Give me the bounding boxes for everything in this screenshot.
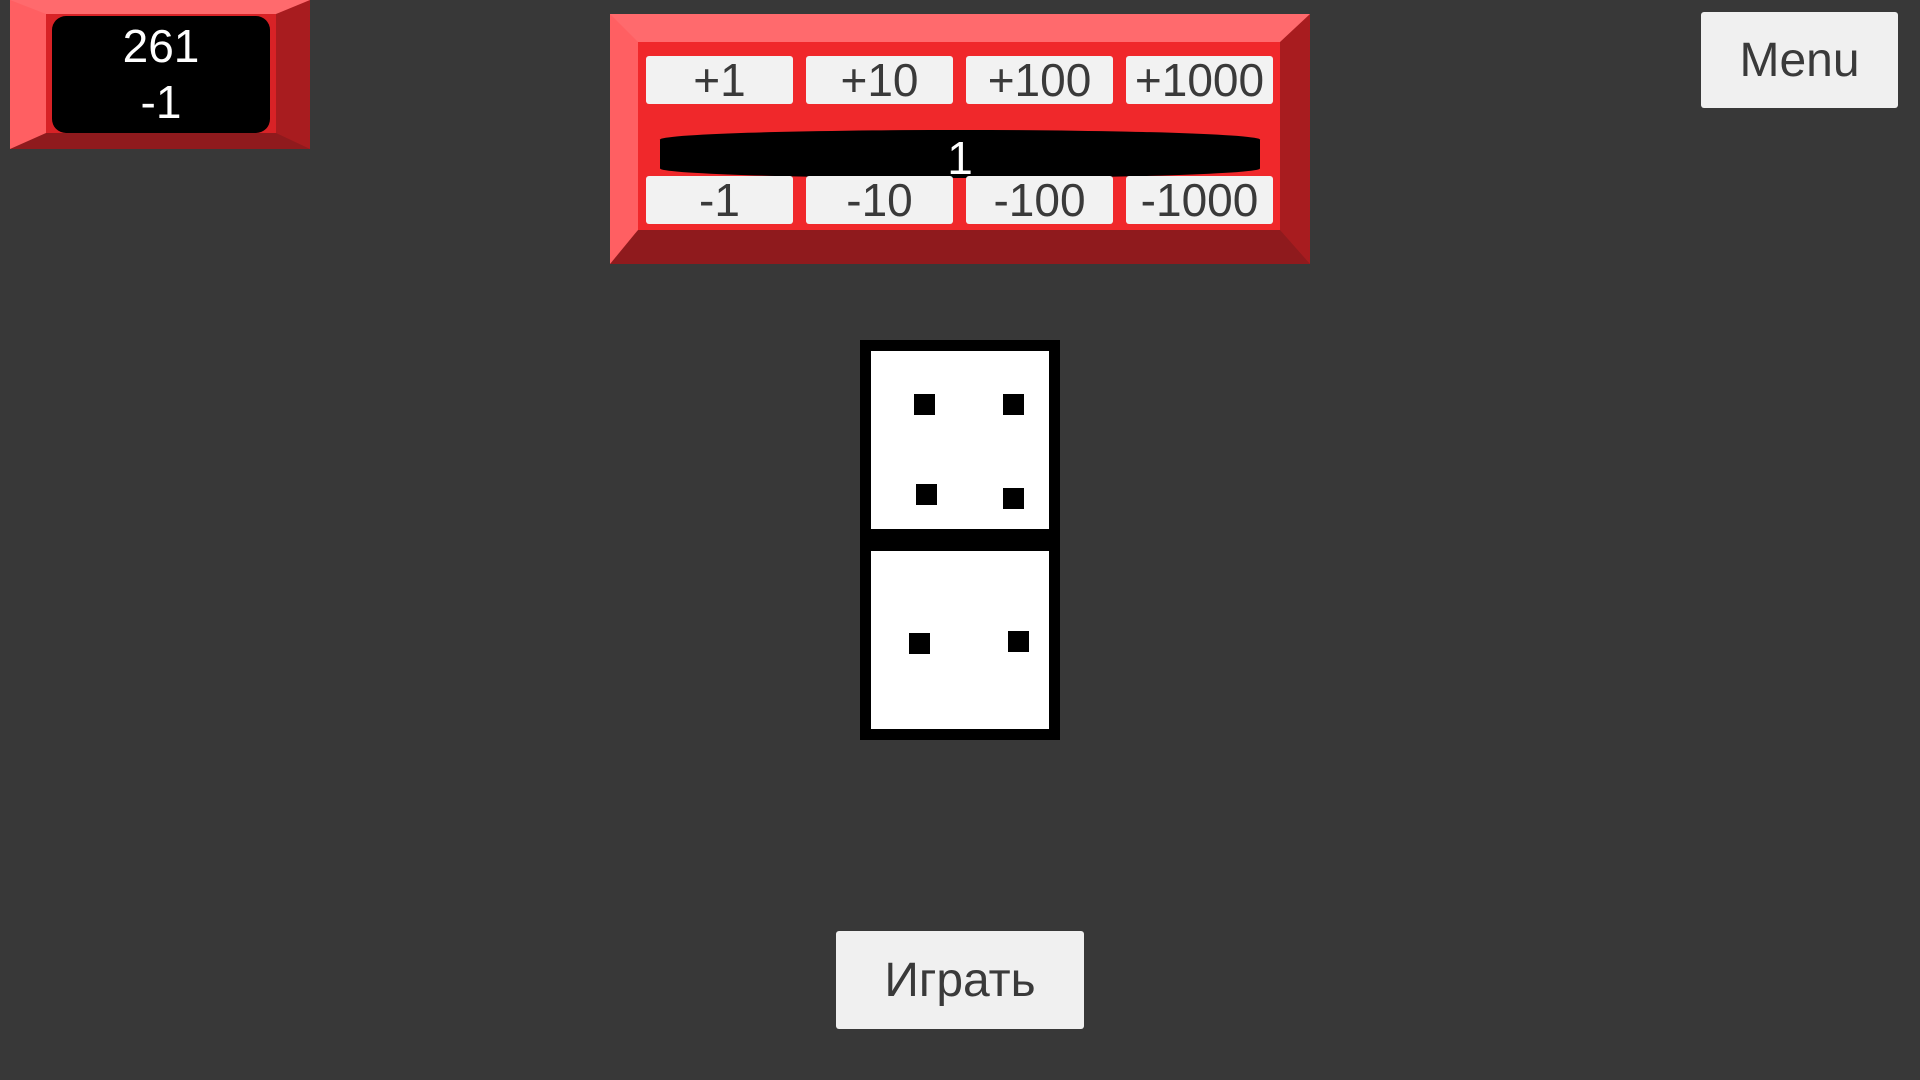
last-change-value: -1 [140,76,182,128]
bet-plus-1-button[interactable]: +1 [646,56,793,104]
bet-minus-1-button[interactable]: -1 [646,176,793,224]
domino-pip [914,394,935,415]
score-panel: 261 -1 [10,0,310,149]
bet-minus-100-button[interactable]: -100 [966,176,1113,224]
bet-plus-10-button[interactable]: +10 [806,56,953,104]
decrement-button-row: -1 -10 -100 -1000 [646,176,1273,224]
play-button[interactable]: Играть [836,931,1084,1029]
domino-pip [1003,488,1024,509]
domino-pip [1008,631,1029,652]
domino-bottom-half [871,551,1049,729]
domino-pip [916,484,937,505]
bet-plus-1000-button[interactable]: +1000 [1126,56,1273,104]
domino-pip [1003,394,1024,415]
bet-minus-10-button[interactable]: -10 [806,176,953,224]
bet-value-display: 1 [660,130,1260,184]
game-screen: 261 -1 +1 +10 +100 +1000 1 -1 -10 -100 -… [0,0,1920,1080]
score-display: 261 -1 [52,16,270,133]
increment-button-row: +1 +10 +100 +1000 [646,56,1273,104]
bet-minus-1000-button[interactable]: -1000 [1126,176,1273,224]
domino-top-half [871,351,1049,529]
bet-plus-100-button[interactable]: +100 [966,56,1113,104]
domino-pip [909,633,930,654]
balance-value: 261 [122,20,200,72]
bet-panel: +1 +10 +100 +1000 1 -1 -10 -100 -1000 [610,14,1310,264]
domino-tile [860,340,1060,740]
menu-button[interactable]: Menu [1701,12,1898,108]
